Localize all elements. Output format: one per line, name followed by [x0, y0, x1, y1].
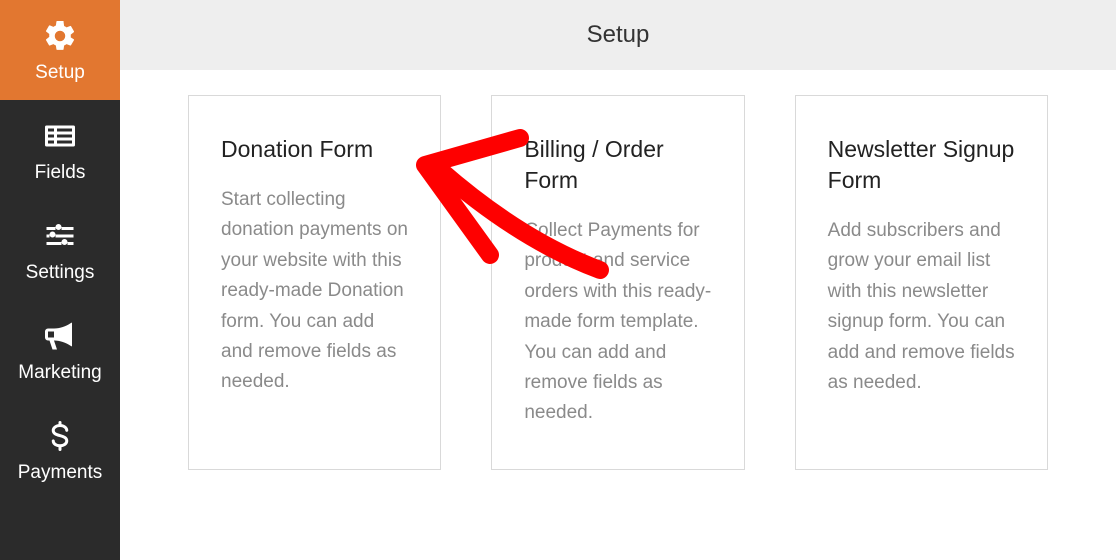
app-root: Setup Fields Settings Marketing Payments: [0, 0, 1116, 560]
sidebar-item-label: Payments: [18, 462, 102, 484]
template-cards: Donation Form Start collecting donation …: [120, 70, 1116, 510]
card-description: Add subscribers and grow your email list…: [828, 216, 1015, 398]
sidebar-item-payments[interactable]: Payments: [0, 400, 120, 500]
card-title: Donation Form: [221, 134, 408, 165]
dollar-icon: [42, 418, 78, 454]
sidebar-item-setup[interactable]: Setup: [0, 0, 120, 100]
sidebar-item-label: Fields: [35, 162, 86, 184]
sidebar-item-settings[interactable]: Settings: [0, 200, 120, 300]
sidebar-item-marketing[interactable]: Marketing: [0, 300, 120, 400]
card-newsletter-signup-form[interactable]: Newsletter Signup Form Add subscribers a…: [795, 95, 1048, 470]
main-content: Setup Donation Form Start collecting don…: [120, 0, 1116, 560]
card-title: Newsletter Signup Form: [828, 134, 1015, 196]
gear-icon: [42, 18, 78, 54]
card-title: Billing / Order Form: [524, 134, 711, 196]
page-title: Setup: [587, 21, 650, 49]
bullhorn-icon: [42, 318, 78, 354]
sidebar-item-label: Setup: [35, 62, 85, 84]
sliders-icon: [42, 218, 78, 254]
card-description: Start collecting donation payments on yo…: [221, 185, 408, 398]
card-billing-order-form[interactable]: Billing / Order Form Collect Payments fo…: [491, 95, 744, 470]
sidebar-item-fields[interactable]: Fields: [0, 100, 120, 200]
card-description: Collect Payments for product and service…: [524, 216, 711, 429]
sidebar-item-label: Settings: [26, 262, 95, 284]
page-header: Setup: [120, 0, 1116, 70]
sidebar-item-label: Marketing: [18, 362, 101, 384]
sidebar: Setup Fields Settings Marketing Payments: [0, 0, 120, 560]
list-icon: [42, 118, 78, 154]
card-donation-form[interactable]: Donation Form Start collecting donation …: [188, 95, 441, 470]
